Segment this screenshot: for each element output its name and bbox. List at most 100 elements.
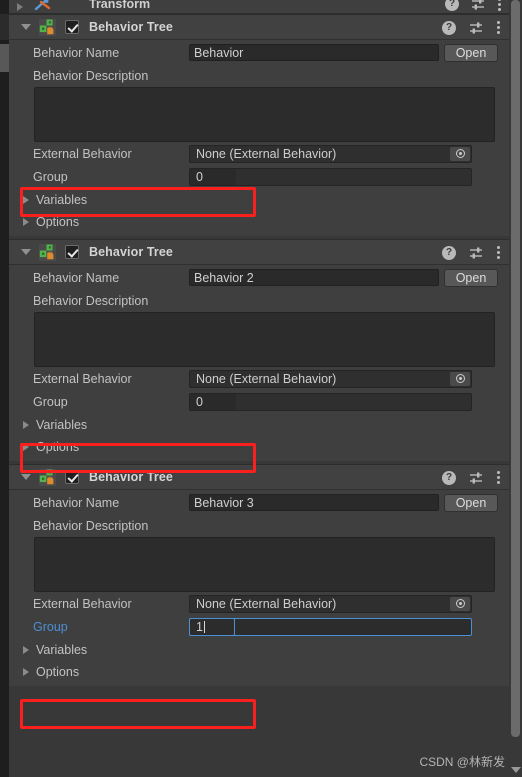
external-behavior-object-field[interactable]: None (External Behavior) xyxy=(189,369,472,388)
group-value[interactable]: 0 xyxy=(190,169,236,185)
external-behavior-row: External Behavior None (External Behavior… xyxy=(9,592,509,615)
help-icon[interactable]: ? xyxy=(442,470,456,485)
chevron-down-icon[interactable] xyxy=(21,249,31,255)
scrollbar-thumb[interactable] xyxy=(511,0,520,737)
chevron-right-icon[interactable] xyxy=(23,196,29,204)
behavior-tree-icon xyxy=(39,18,56,36)
group-number-field[interactable]: 1 xyxy=(189,618,472,636)
chevron-right-icon[interactable] xyxy=(23,218,29,226)
component-enable-checkbox[interactable] xyxy=(65,470,79,484)
behavior-name-label: Behavior Name xyxy=(33,495,120,510)
variables-label: Variables xyxy=(36,643,88,657)
inspector-content: Transform ? Behavior Tree? Behavior Name B… xyxy=(9,0,509,777)
chevron-right-icon[interactable] xyxy=(23,668,29,676)
kebab-menu-icon[interactable] xyxy=(497,0,501,11)
chevron-right-icon[interactable] xyxy=(23,646,29,654)
external-behavior-row: External Behavior None (External Behavior… xyxy=(9,367,509,390)
external-behavior-value: None (External Behavior) xyxy=(196,596,337,611)
behavior-name-input[interactable]: Behavior 2 xyxy=(189,269,439,286)
variables-label: Variables xyxy=(36,418,88,432)
open-button[interactable]: Open xyxy=(444,268,498,287)
group-value[interactable]: 1 xyxy=(189,618,235,636)
chevron-right-icon[interactable] xyxy=(23,443,29,451)
behavior-name-row: Behavior Name Behavior 3 Open xyxy=(9,490,509,515)
behavior-description-label: Behavior Description xyxy=(33,69,149,83)
unity-inspector-window: Transform ? Behavior Tree? Behavior Name B… xyxy=(0,0,522,777)
group-label: Group xyxy=(33,170,68,184)
component-body: Behavior Name Behavior 2 Open Behavior Desc… xyxy=(9,265,509,461)
open-button[interactable]: Open xyxy=(444,43,498,62)
behavior-name-input[interactable]: Behavior 3 xyxy=(189,494,439,511)
left-edge-tab-upper xyxy=(0,14,9,40)
object-picker-icon[interactable] xyxy=(450,371,470,386)
component-title: Behavior Tree xyxy=(89,245,173,259)
component-enable-checkbox[interactable] xyxy=(65,245,79,259)
variables-foldout[interactable]: Variables xyxy=(9,414,509,436)
behavior-name-label: Behavior Name xyxy=(33,45,120,60)
behavior-description-label: Behavior Description xyxy=(33,294,149,308)
transform-header-icons: ? xyxy=(445,0,501,11)
external-behavior-object-field[interactable]: None (External Behavior) xyxy=(189,144,472,163)
component-header-behavior-tree-3[interactable]: Behavior Tree? xyxy=(9,465,509,490)
behavior-name-row: Behavior Name Behavior 2 Open xyxy=(9,265,509,290)
options-foldout[interactable]: Options xyxy=(9,211,509,233)
watermark-text: CSDN @林新发 xyxy=(419,755,505,769)
vertical-scrollbar[interactable] xyxy=(509,0,522,777)
preset-icon[interactable] xyxy=(469,246,483,260)
preset-icon[interactable] xyxy=(469,21,483,35)
behavior-description-textarea[interactable] xyxy=(34,87,495,142)
object-picker-icon[interactable] xyxy=(450,596,470,611)
preset-icon[interactable] xyxy=(469,471,483,485)
behavior-description-textarea[interactable] xyxy=(34,537,495,592)
behavior-name-input[interactable]: Behavior xyxy=(189,44,439,61)
chevron-down-icon[interactable] xyxy=(21,474,31,480)
variables-foldout[interactable]: Variables xyxy=(9,639,509,661)
behavior-tree-icon xyxy=(39,243,56,261)
variables-foldout[interactable]: Variables xyxy=(9,189,509,211)
behavior-tree-icon xyxy=(39,468,56,486)
component-header-transform[interactable]: Transform ? xyxy=(9,0,509,14)
help-icon[interactable]: ? xyxy=(445,0,459,11)
external-behavior-row: External Behavior None (External Behavior… xyxy=(9,142,509,165)
text-cursor xyxy=(203,621,205,633)
component-header-icons: ? xyxy=(442,15,500,40)
behavior-description-textarea[interactable] xyxy=(34,312,495,367)
external-behavior-label: External Behavior xyxy=(33,596,132,611)
group-value[interactable]: 0 xyxy=(190,394,236,410)
component-header-behavior-tree-2[interactable]: Behavior Tree? xyxy=(9,240,509,265)
chevron-down-icon[interactable] xyxy=(511,767,521,773)
group-row: Group 0 xyxy=(9,390,509,414)
group-row: Group 1 xyxy=(9,615,509,639)
object-picker-icon[interactable] xyxy=(450,146,470,161)
options-foldout[interactable]: Options xyxy=(9,661,509,683)
preset-icon[interactable] xyxy=(471,0,485,11)
behavior-name-row: Behavior Name Behavior Open xyxy=(9,40,509,65)
kebab-menu-icon[interactable] xyxy=(496,471,500,484)
component-panel-list: Behavior Tree? Behavior Name Behavior Open B… xyxy=(9,14,509,686)
group-number-field[interactable]: 0 xyxy=(189,393,472,411)
component-title: Behavior Tree xyxy=(89,20,173,34)
component-title-transform: Transform xyxy=(89,0,151,11)
component-enable-checkbox[interactable] xyxy=(65,20,79,34)
kebab-menu-icon[interactable] xyxy=(496,246,500,259)
kebab-menu-icon[interactable] xyxy=(496,21,500,34)
chevron-right-icon[interactable] xyxy=(23,421,29,429)
group-number-field[interactable]: 0 xyxy=(189,168,472,186)
help-icon[interactable]: ? xyxy=(442,20,456,35)
group-label: Group xyxy=(33,620,68,634)
variables-label: Variables xyxy=(36,193,88,207)
chevron-down-icon[interactable] xyxy=(21,24,31,30)
options-label: Options xyxy=(36,665,80,679)
open-button[interactable]: Open xyxy=(444,493,498,512)
external-behavior-value: None (External Behavior) xyxy=(196,371,337,386)
component-body: Behavior Name Behavior Open Behavior Descri… xyxy=(9,40,509,236)
help-icon[interactable]: ? xyxy=(442,245,456,260)
component-header-behavior-tree-1[interactable]: Behavior Tree? xyxy=(9,15,509,40)
external-behavior-value: None (External Behavior) xyxy=(196,146,337,161)
behavior-name-label: Behavior Name xyxy=(33,270,120,285)
chevron-right-icon[interactable] xyxy=(17,3,23,11)
options-foldout[interactable]: Options xyxy=(9,436,509,458)
external-behavior-object-field[interactable]: None (External Behavior) xyxy=(189,594,472,613)
group-row: Group 0 xyxy=(9,165,509,189)
component-panel-behavior-tree-2: Behavior Tree? Behavior Name Behavior 2 Ope… xyxy=(9,239,509,461)
